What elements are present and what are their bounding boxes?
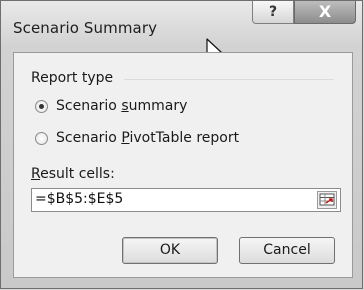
radio-label: Scenario PivotTable report xyxy=(56,130,240,146)
cancel-button[interactable]: Cancel xyxy=(239,237,335,264)
radio-button-selected[interactable] xyxy=(35,100,48,113)
radio-label: Scenario summary xyxy=(56,98,188,114)
close-icon: X xyxy=(318,2,332,21)
collapse-dialog-icon xyxy=(319,193,335,206)
help-icon: ? xyxy=(268,4,278,20)
ok-button[interactable]: OK xyxy=(122,237,218,264)
dialog-body: Report type Scenario summary Scenario Pi… xyxy=(13,52,353,278)
scenario-summary-dialog: Scenario Summary ? X Report type Scenari… xyxy=(0,0,363,289)
report-type-label: Report type xyxy=(31,70,114,86)
title-bar: Scenario Summary ? X xyxy=(1,1,362,51)
close-button[interactable]: X xyxy=(294,1,356,24)
group-divider xyxy=(124,79,334,80)
result-cells-value[interactable]: =$B$5:$E$5 xyxy=(35,191,123,207)
collapse-dialog-button[interactable] xyxy=(317,191,337,209)
dialog-title: Scenario Summary xyxy=(13,19,158,37)
radio-button[interactable] xyxy=(35,132,48,145)
result-cells-label: Result cells: xyxy=(31,166,115,182)
result-cells-input[interactable]: =$B$5:$E$5 xyxy=(31,188,341,212)
help-button[interactable]: ? xyxy=(252,1,294,24)
